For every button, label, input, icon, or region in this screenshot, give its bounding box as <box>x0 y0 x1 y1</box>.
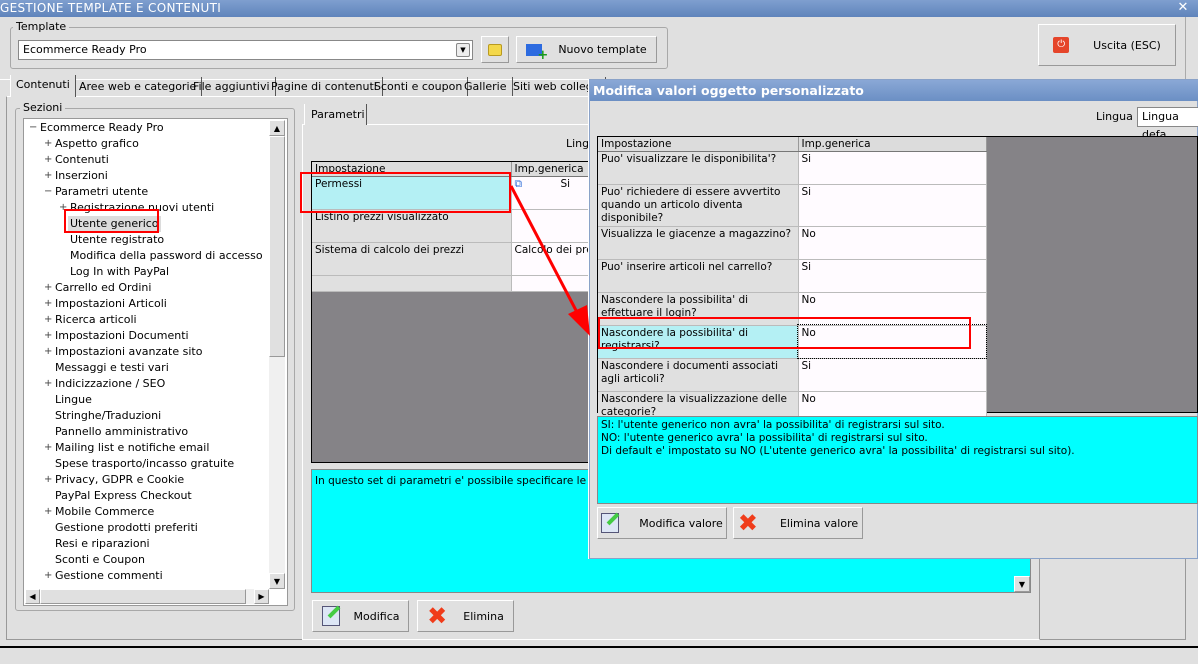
annotation-arrow <box>509 185 590 336</box>
